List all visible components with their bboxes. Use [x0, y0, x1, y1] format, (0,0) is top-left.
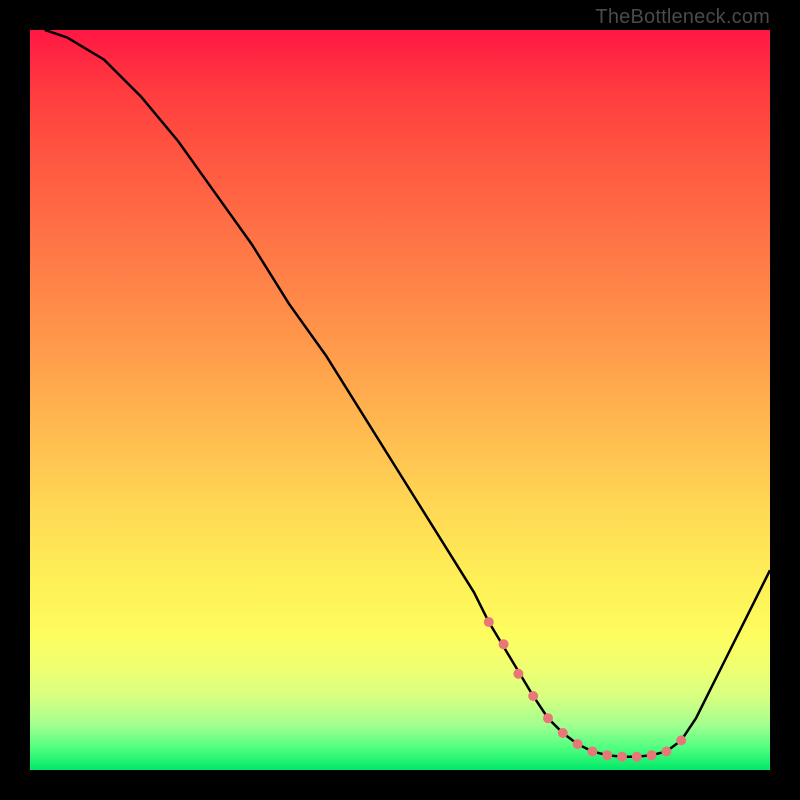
highlight-dot — [484, 617, 494, 627]
highlight-dot — [661, 747, 671, 757]
highlight-dot — [587, 747, 597, 757]
highlight-dot — [573, 739, 583, 749]
watermark-text: TheBottleneck.com — [595, 6, 770, 29]
highlight-dot — [617, 752, 627, 762]
highlight-dot — [647, 750, 657, 760]
highlight-dot — [499, 639, 509, 649]
highlight-dot — [632, 752, 642, 762]
highlight-dot — [528, 691, 538, 701]
highlight-dot — [543, 713, 553, 723]
highlight-dot — [558, 728, 568, 738]
curve-svg — [30, 30, 770, 770]
chart-container: TheBottleneck.com — [0, 0, 800, 800]
bottleneck-curve — [45, 30, 770, 757]
highlight-dot — [676, 735, 686, 745]
highlight-dot — [513, 669, 523, 679]
plot-area — [30, 30, 770, 770]
highlight-dot — [602, 750, 612, 760]
